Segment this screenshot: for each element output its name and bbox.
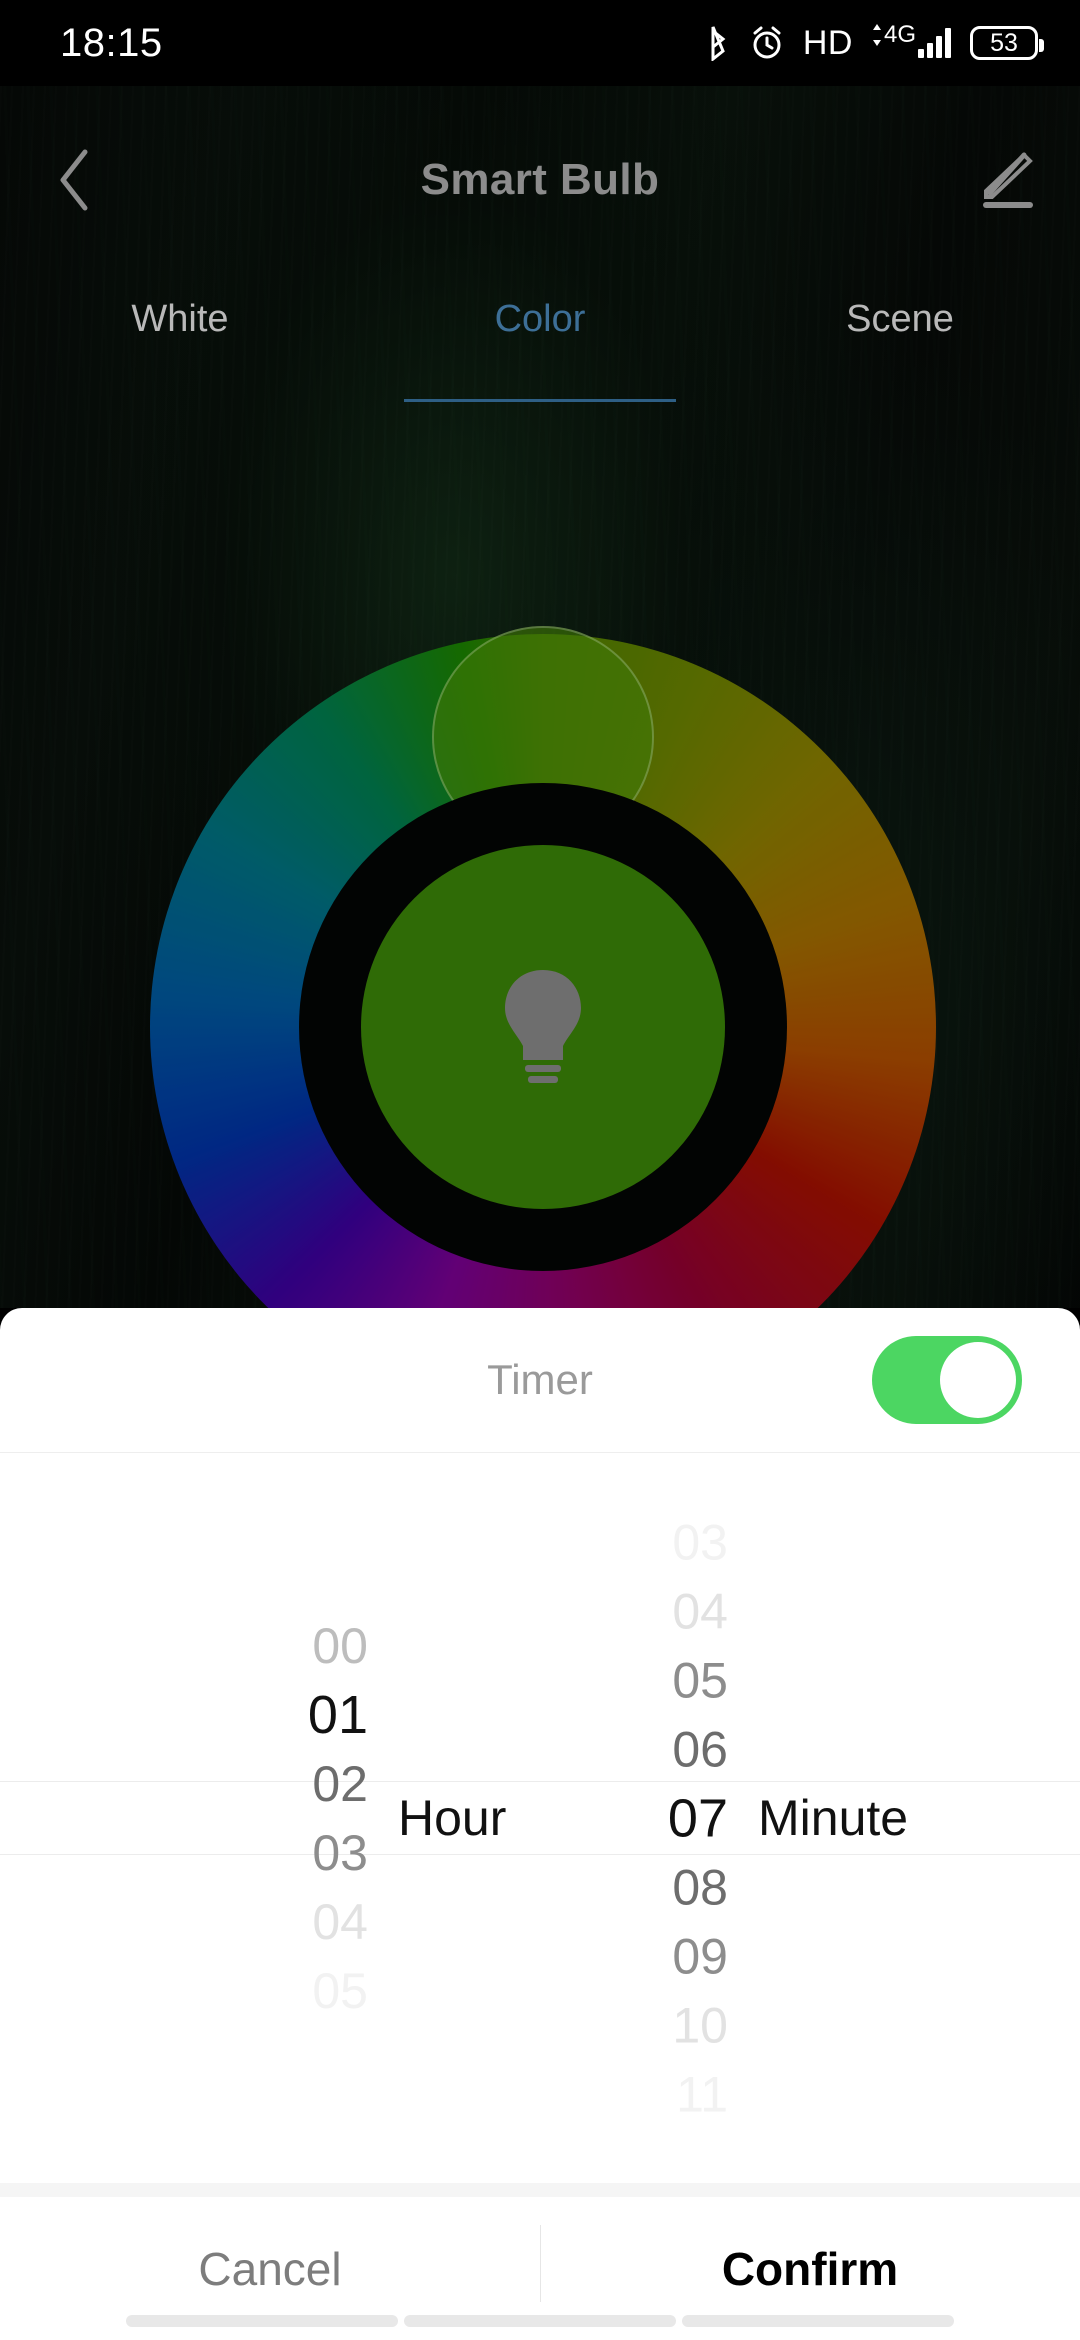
minute-option[interactable]: 09 [672, 1922, 728, 1991]
footer-divider [540, 2225, 541, 2313]
timer-title: Timer [487, 1356, 593, 1403]
chevron-left-icon [60, 149, 88, 211]
timer-bottom-sheet: Timer 00 01 02 03 04 05 Hour 03 04 05 06… [0, 1308, 1080, 2340]
bulb-icon [505, 970, 581, 1083]
status-bar: 18:15 HD 4G 53 [0, 0, 1080, 86]
tab-color-label: Color [494, 298, 586, 340]
minute-option[interactable]: 06 [672, 1715, 728, 1784]
status-bar-icons: HD 4G 53 [705, 23, 1044, 62]
minute-option[interactable]: 04 [672, 1577, 728, 1646]
cancel-button[interactable]: Cancel [0, 2242, 540, 2296]
minute-option-selected[interactable]: 07 [668, 1784, 728, 1853]
page-title: Smart Bulb [420, 155, 660, 204]
timer-header: Timer [0, 1308, 1080, 1452]
duration-picker: 00 01 02 03 04 05 Hour 03 04 05 06 07 08 [0, 1453, 1080, 2183]
minute-values: 03 04 05 06 07 08 09 10 11 [620, 1508, 728, 2129]
phone-screen: 18:15 HD 4G 53 Smart Bulb White Color Sc… [0, 0, 1080, 2340]
hour-option[interactable]: 02 [312, 1749, 368, 1818]
system-navigation-bar [0, 2302, 1080, 2340]
color-wheel-area [0, 404, 1080, 1420]
minute-option[interactable]: 03 [672, 1508, 728, 1577]
hour-option[interactable]: 03 [312, 1818, 368, 1887]
minute-option[interactable]: 10 [672, 1991, 728, 2060]
back-button[interactable] [0, 120, 150, 240]
hour-unit-label: Hour [398, 1790, 507, 1846]
mode-tabs: White Color Scene [0, 280, 1080, 402]
bluetooth-icon [711, 26, 726, 61]
network-type-label: 4G [883, 21, 916, 48]
edit-button[interactable] [930, 120, 1080, 240]
hour-picker-column[interactable]: 00 01 02 03 04 05 Hour [0, 1453, 540, 2183]
battery-icon: 53 [970, 26, 1044, 60]
minute-picker-column[interactable]: 03 04 05 06 07 08 09 10 11 Minute [540, 1453, 1080, 2183]
hour-values: 00 01 02 03 04 05 [260, 1611, 368, 2025]
app-header: Smart Bulb [0, 120, 1080, 240]
hour-option[interactable]: 05 [312, 1956, 368, 2025]
nav-back-button[interactable] [126, 2315, 398, 2327]
confirm-button[interactable]: Confirm [540, 2242, 1080, 2296]
tab-white[interactable]: White [0, 280, 360, 402]
nav-recents-button[interactable] [682, 2315, 954, 2327]
hour-option[interactable]: 04 [312, 1887, 368, 1956]
signal-bars-icon [918, 28, 951, 58]
minute-unit-label: Minute [758, 1790, 909, 1846]
status-bar-clock: 18:15 [60, 21, 163, 65]
minute-option[interactable]: 08 [672, 1853, 728, 1922]
bulb-preview-circle[interactable] [361, 845, 725, 1209]
minute-option[interactable]: 11 [676, 2060, 728, 2129]
hd-icon: HD [802, 24, 853, 62]
battery-level-label: 53 [990, 28, 1018, 57]
tab-scene-label: Scene [846, 298, 954, 340]
tab-scene[interactable]: Scene [720, 280, 1080, 402]
tab-color[interactable]: Color [360, 280, 720, 402]
hour-option-selected[interactable]: 01 [308, 1680, 368, 1749]
toggle-knob [940, 1342, 1016, 1418]
signal-4g-icon: 4G [872, 23, 951, 58]
pencil-icon [983, 152, 1033, 208]
hour-option[interactable]: 00 [312, 1611, 368, 1680]
nav-home-button[interactable] [404, 2315, 676, 2327]
timer-toggle-switch[interactable] [872, 1336, 1022, 1424]
footer-separator [0, 2183, 1080, 2197]
minute-option[interactable]: 05 [672, 1646, 728, 1715]
tab-white-label: White [131, 298, 229, 340]
alarm-icon [753, 26, 781, 59]
